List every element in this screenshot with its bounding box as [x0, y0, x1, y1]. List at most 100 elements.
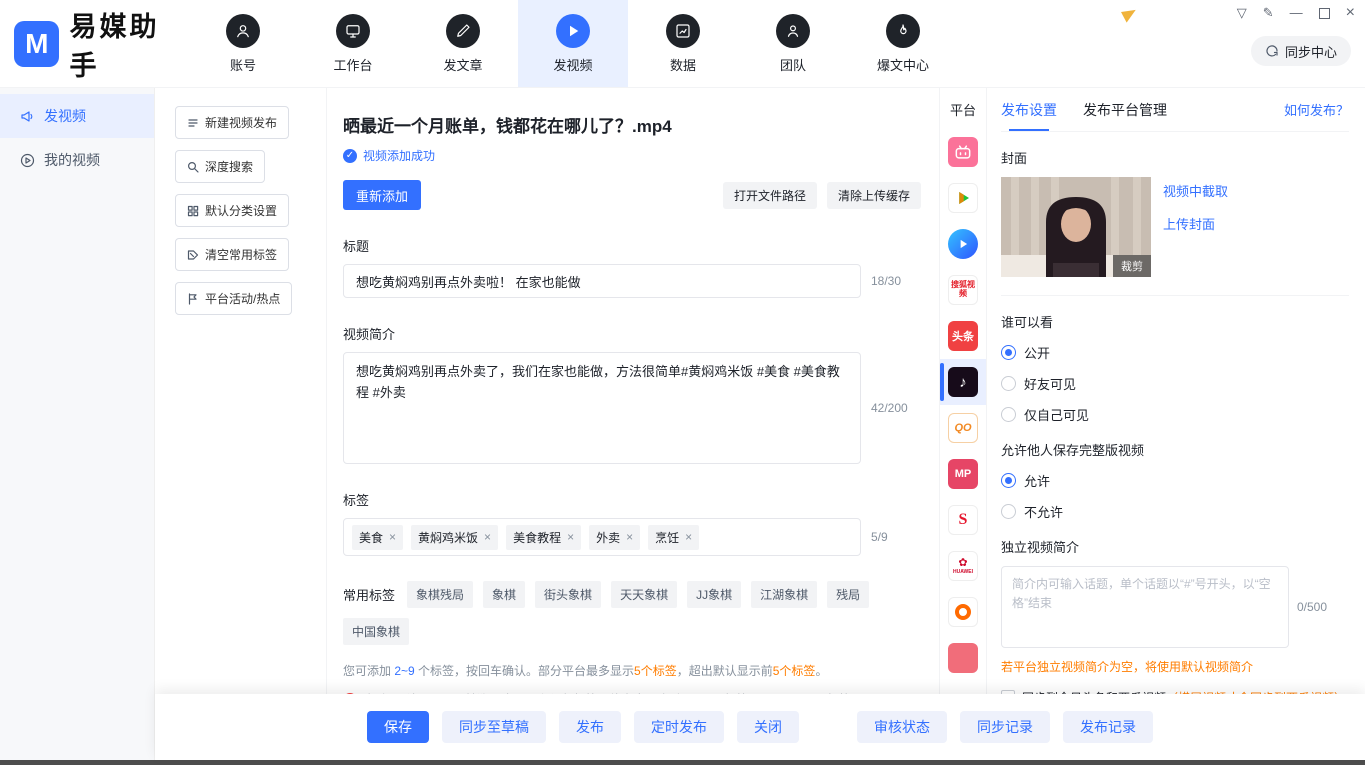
- feedback-icon[interactable]: ✎: [1263, 6, 1274, 20]
- theme-icon[interactable]: ▽: [1237, 6, 1247, 20]
- default-category-button[interactable]: 默认分类设置: [175, 194, 289, 227]
- upload-cover-link[interactable]: 上传封面: [1163, 214, 1228, 233]
- common-tag[interactable]: 街头象棋: [535, 581, 601, 608]
- clear-tag-icon: [187, 249, 199, 261]
- readd-video-button[interactable]: 重新添加: [343, 180, 421, 210]
- review-status-button[interactable]: 审核状态: [857, 711, 947, 743]
- how-to-publish-link[interactable]: 如何发布？: [1284, 100, 1349, 119]
- tag-chip: 黄焖鸡米饭×: [411, 525, 498, 550]
- platform-more[interactable]: [940, 635, 986, 681]
- save-button[interactable]: 保存: [367, 711, 429, 743]
- tag-remove-icon[interactable]: ×: [484, 530, 491, 544]
- nav-publish-article[interactable]: 发文章: [408, 0, 518, 87]
- tags-input[interactable]: 美食× 黄焖鸡米饭× 美食教程× 外卖× 烹饪×: [343, 518, 861, 556]
- left-sidebar: 发视频 我的视频: [0, 88, 155, 760]
- clear-common-tags-button[interactable]: 清空常用标签: [175, 238, 289, 271]
- clear-upload-cache-button[interactable]: 清除上传缓存: [827, 182, 921, 209]
- independent-desc-label: 独立视频简介: [1001, 537, 1349, 556]
- platform-sohu-video[interactable]: 搜狐视频: [940, 267, 986, 313]
- visibility-private-radio[interactable]: 仅自己可见: [1001, 405, 1349, 424]
- minimize-icon[interactable]: —: [1290, 6, 1303, 20]
- platform-huawei[interactable]: ✿ HUAWEI: [940, 543, 986, 589]
- cover-thumbnail[interactable]: 裁剪: [1001, 177, 1151, 277]
- sync-center-button[interactable]: 同步中心: [1251, 36, 1351, 66]
- scheduled-publish-button[interactable]: 定时发布: [634, 711, 724, 743]
- common-tag[interactable]: 象棋残局: [407, 581, 473, 608]
- sidebar-item-my-videos[interactable]: 我的视频: [0, 138, 154, 182]
- visibility-label: 谁可以看: [1001, 312, 1349, 331]
- nav-account[interactable]: 账号: [188, 0, 298, 87]
- platform-sina[interactable]: S: [940, 497, 986, 543]
- common-tag[interactable]: 残局: [827, 581, 869, 608]
- huawei-icon: ✿ HUAWEI: [948, 551, 978, 581]
- platform-toutiao[interactable]: 头条: [940, 313, 986, 359]
- video-form: 晒最近一个月账单，钱都花在哪儿了？.mp4 ✓ 视频添加成功 重新添加 打开文件…: [327, 88, 939, 694]
- deep-search-button[interactable]: 深度搜索: [175, 150, 265, 183]
- common-tag[interactable]: 象棋: [483, 581, 525, 608]
- common-tag[interactable]: 中国象棋: [343, 618, 409, 645]
- independent-desc-counter: 0/500: [1297, 600, 1327, 614]
- close-button[interactable]: 关闭: [737, 711, 799, 743]
- crop-button[interactable]: 裁剪: [1113, 255, 1151, 277]
- platform-dayu[interactable]: [940, 589, 986, 635]
- maximize-icon[interactable]: [1319, 8, 1330, 19]
- radio-icon: [1001, 376, 1016, 391]
- platform-mp[interactable]: MP: [940, 451, 986, 497]
- title-input[interactable]: [343, 264, 861, 298]
- visibility-public-label: 公开: [1024, 343, 1050, 362]
- grid-icon: [187, 205, 199, 217]
- flag-icon: [187, 293, 199, 305]
- sidebar-item-publish-video[interactable]: 发视频: [0, 94, 154, 138]
- visibility-friends-label: 好友可见: [1024, 374, 1076, 393]
- nav-data[interactable]: 数据: [628, 0, 738, 87]
- description-textarea[interactable]: 想吃黄焖鸡别再点外卖了，我们在家也能做，方法很简单#黄焖鸡米饭 #美食 #美食教…: [343, 352, 861, 464]
- common-tag[interactable]: 江湖象棋: [751, 581, 817, 608]
- nav-hot-center[interactable]: 爆文中心: [848, 0, 958, 87]
- douyin-icon: ♪: [948, 367, 978, 397]
- new-video-publish-button[interactable]: 新建视频发布: [175, 106, 289, 139]
- video-file-title: 晒最近一个月账单，钱都花在哪儿了？.mp4: [343, 112, 925, 137]
- publish-records-button[interactable]: 发布记录: [1063, 711, 1153, 743]
- platform-tencent-video[interactable]: [940, 175, 986, 221]
- tag-remove-icon[interactable]: ×: [567, 530, 574, 544]
- refresh-icon: [1265, 44, 1279, 58]
- platform-bilibili[interactable]: [940, 129, 986, 175]
- success-check-icon: ✓: [343, 149, 357, 163]
- close-icon[interactable]: ×: [1346, 6, 1355, 20]
- platform-douyin[interactable]: ♪: [940, 359, 986, 405]
- independent-desc-textarea[interactable]: [1001, 566, 1289, 648]
- nav-workbench[interactable]: 工作台: [298, 0, 408, 87]
- flame-icon: [886, 14, 920, 48]
- tab-platform-management[interactable]: 发布平台管理: [1083, 88, 1167, 131]
- open-file-path-button[interactable]: 打开文件路径: [723, 182, 817, 209]
- workbench-icon: [336, 14, 370, 48]
- sidebar-item-my-videos-label: 我的视频: [44, 150, 100, 170]
- tag-remove-icon[interactable]: ×: [685, 530, 692, 544]
- tag-label: 美食: [359, 529, 383, 546]
- sync-records-button[interactable]: 同步记录: [960, 711, 1050, 743]
- bilibili-icon: [948, 137, 978, 167]
- common-tag[interactable]: 天天象棋: [611, 581, 677, 608]
- capture-from-video-link[interactable]: 视频中截取: [1163, 181, 1228, 200]
- save-allow-radio[interactable]: 允许: [1001, 471, 1349, 490]
- nav-account-label: 账号: [230, 55, 256, 74]
- visibility-public-radio[interactable]: 公开: [1001, 343, 1349, 362]
- top-nav: 账号 工作台 发文章 发视频 数据: [188, 0, 958, 87]
- tag-remove-icon[interactable]: ×: [389, 530, 396, 544]
- tag-remove-icon[interactable]: ×: [626, 530, 633, 544]
- platform-activity-button[interactable]: 平台活动/热点: [175, 282, 292, 315]
- save-disallow-radio[interactable]: 不允许: [1001, 502, 1349, 521]
- common-tag[interactable]: JJ象棋: [687, 581, 741, 608]
- platform-qq-kandian[interactable]: QO: [940, 405, 986, 451]
- top-bar: M 易媒助手 账号 工作台 发文章 发视频: [0, 0, 1365, 88]
- tab-publish-settings[interactable]: 发布设置: [1001, 88, 1057, 131]
- sync-to-draft-button[interactable]: 同步至草稿: [442, 711, 546, 743]
- publish-button[interactable]: 发布: [559, 711, 621, 743]
- platform-haokan-video[interactable]: [940, 221, 986, 267]
- nav-data-label: 数据: [670, 55, 696, 74]
- nav-team[interactable]: 团队: [738, 0, 848, 87]
- nav-publish-video[interactable]: 发视频: [518, 0, 628, 87]
- play-circle-icon: [20, 153, 35, 168]
- visibility-friends-radio[interactable]: 好友可见: [1001, 374, 1349, 393]
- desc-field-label: 视频简介: [343, 324, 925, 343]
